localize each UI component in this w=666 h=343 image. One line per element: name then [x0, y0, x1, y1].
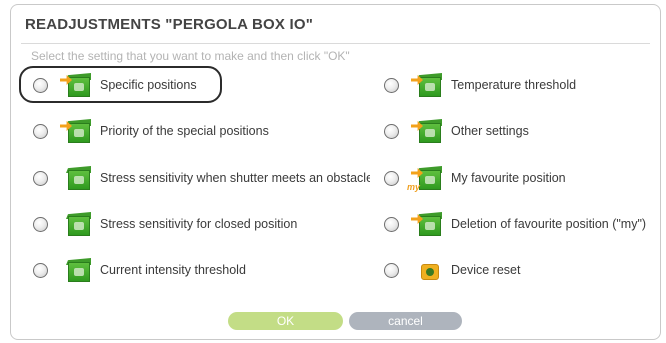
option-label: Priority of the special positions [100, 124, 269, 138]
radio-button[interactable] [33, 77, 48, 93]
option-current-intensity[interactable]: Current intensity threshold [33, 254, 246, 286]
dialog-title: READJUSTMENTS "PERGOLA BOX IO" [25, 16, 314, 33]
radio-button[interactable] [384, 262, 399, 278]
option-label: Current intensity threshold [100, 263, 246, 277]
option-label: Deletion of favourite position ("my") [451, 217, 647, 231]
option-label: Device reset [451, 263, 521, 277]
option-label: Specific positions [100, 78, 197, 92]
intensity-icon [60, 256, 91, 284]
temperature-icon [411, 71, 442, 99]
option-label: Stress sensitivity when shutter meets an… [100, 171, 370, 185]
option-temperature-threshold[interactable]: Temperature threshold [384, 69, 576, 101]
option-device-reset[interactable]: Device reset [384, 254, 520, 286]
radio-button[interactable] [384, 170, 399, 186]
favourite-icon: my [407, 164, 442, 192]
title-divider [21, 43, 650, 44]
other-settings-icon [411, 117, 442, 145]
my-tag: my [407, 182, 421, 192]
option-label: Other settings [451, 124, 529, 138]
option-specific-positions[interactable]: Specific positions [33, 69, 197, 101]
option-label: My favourite position [451, 171, 566, 185]
instruction-text: Select the setting that you want to make… [31, 49, 350, 63]
option-my-favourite-position[interactable]: my My favourite position [384, 162, 566, 194]
radio-button[interactable] [384, 216, 399, 232]
option-stress-closed[interactable]: Stress sensitivity for closed position [33, 208, 297, 240]
device-reset-icon [411, 256, 441, 284]
option-priority-special-positions[interactable]: Priority of the special positions [33, 115, 269, 147]
option-delete-favourite[interactable]: Deletion of favourite position ("my") [384, 208, 646, 240]
specific-positions-icon [60, 71, 91, 99]
option-label: Temperature threshold [451, 78, 577, 92]
delete-favourite-icon [411, 210, 442, 238]
priority-icon [60, 117, 91, 145]
radio-button[interactable] [33, 170, 48, 186]
radio-button[interactable] [33, 123, 48, 139]
cancel-button[interactable]: cancel [349, 312, 462, 330]
ok-button[interactable]: OK [228, 312, 343, 330]
radio-button[interactable] [384, 77, 399, 93]
radio-button[interactable] [33, 262, 48, 278]
option-stress-obstacle[interactable]: Stress sensitivity when shutter meets an… [33, 162, 370, 194]
radio-button[interactable] [384, 123, 399, 139]
radio-button[interactable] [33, 216, 48, 232]
option-other-settings[interactable]: Other settings [384, 115, 529, 147]
stress-obstacle-icon [60, 164, 91, 192]
option-label: Stress sensitivity for closed position [100, 217, 298, 231]
stress-closed-icon [60, 210, 91, 238]
